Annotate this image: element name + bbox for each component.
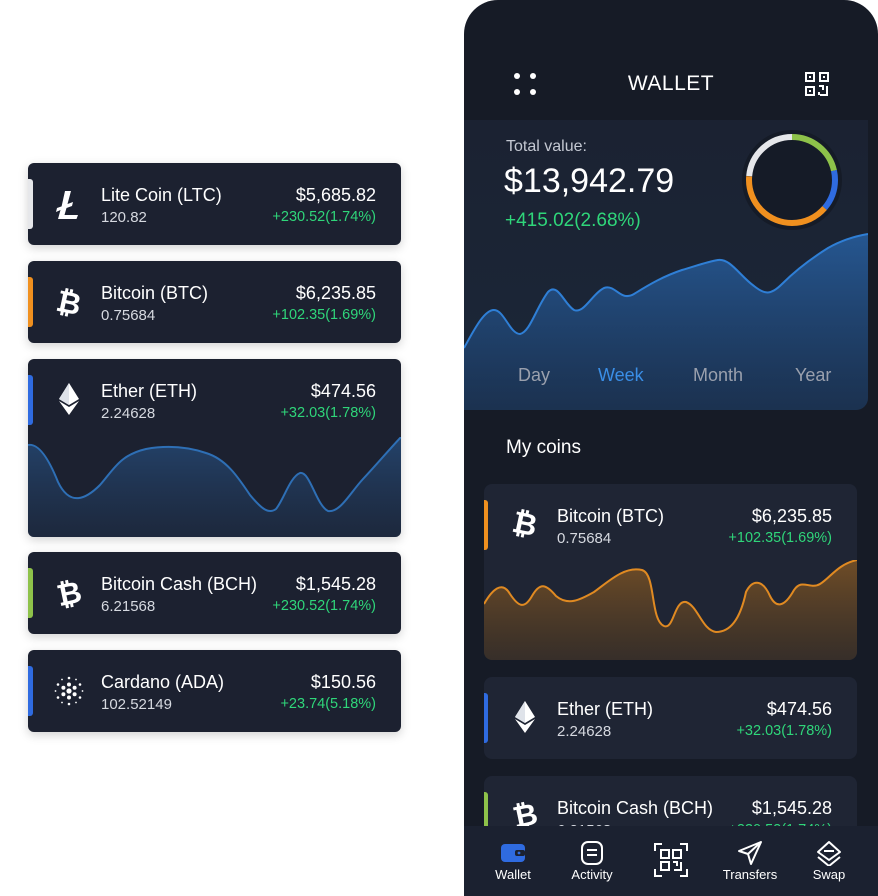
svg-text:₿: ₿ xyxy=(53,285,84,319)
nav-label: Wallet xyxy=(495,867,531,882)
coin-amount: 0.75684 xyxy=(557,530,612,547)
wallet-icon xyxy=(500,840,526,866)
card-accent xyxy=(484,693,488,743)
portfolio-donut-chart xyxy=(742,130,842,230)
coin-price: $474.56 xyxy=(766,699,832,719)
coin-name: Cardano (ADA) xyxy=(101,672,225,692)
bitcoin-icon: ₿ xyxy=(52,285,86,319)
total-value-amount: $13,942.79 xyxy=(504,162,675,200)
coin-change: +102.35(1.69%) xyxy=(272,307,376,323)
nav-wallet[interactable]: Wallet xyxy=(473,826,553,896)
activity-icon xyxy=(579,840,605,866)
coin-card-ada[interactable]: Cardano (ADA) 102.52149 $150.56 +23.74(5… xyxy=(28,650,401,732)
coin-card-btc[interactable]: ₿ Bitcoin (BTC) 0.75684 $6,235.85 +102.3… xyxy=(28,261,401,343)
coin-name: Lite Coin (LTC) xyxy=(101,185,222,205)
coin-price: $6,235.85 xyxy=(295,283,376,303)
phone-coin-card-eth[interactable]: Ether (ETH) 2.24628 $474.56 +32.03(1.78%… xyxy=(484,677,857,759)
coin-name: Ether (ETH) xyxy=(101,381,198,401)
ethereum-icon xyxy=(508,699,542,733)
bitcoin-cash-icon: ₿ xyxy=(52,576,86,610)
coin-change: +230.52(1.74%) xyxy=(272,209,376,225)
total-value-change: +415.02(2.68%) xyxy=(505,210,641,231)
coin-name: Bitcoin Cash (BCH) xyxy=(557,798,714,818)
tab-week[interactable]: Week xyxy=(598,365,644,386)
coin-amount: 6.21568 xyxy=(101,598,156,615)
phone-coin-card-btc[interactable]: ₿ Bitcoin (BTC) 0.75684 $6,235.85 +102.3… xyxy=(484,484,857,660)
card-accent xyxy=(28,375,33,425)
card-accent xyxy=(28,568,33,618)
coin-card-ltc[interactable]: Lite Coin (LTC) 120.82 $5,685.82 +230.52… xyxy=(28,163,401,245)
svg-text:₿: ₿ xyxy=(54,576,85,610)
coin-change: +32.03(1.78%) xyxy=(736,723,832,739)
coin-price: $5,685.82 xyxy=(295,185,376,205)
card-accent xyxy=(28,277,33,327)
coin-amount: 120.82 xyxy=(101,209,147,226)
coin-change: +23.74(5.18%) xyxy=(280,696,376,712)
nav-activity[interactable]: Activity xyxy=(552,826,632,896)
send-icon xyxy=(737,840,763,866)
coin-name: Bitcoin (BTC) xyxy=(101,283,209,303)
coin-card-bch[interactable]: ₿ Bitcoin Cash (BCH) 6.21568 $1,545.28 +… xyxy=(28,552,401,634)
coin-name: Bitcoin Cash (BCH) xyxy=(101,574,258,594)
card-accent xyxy=(484,500,488,550)
tab-month[interactable]: Month xyxy=(693,365,743,386)
coin-change: +32.03(1.78%) xyxy=(280,405,376,421)
coin-amount: 0.75684 xyxy=(101,307,156,324)
coin-price: $1,545.28 xyxy=(295,574,376,594)
eth-sparkline-chart xyxy=(28,437,401,537)
nav-label: Swap xyxy=(812,867,846,882)
coin-price: $1,545.28 xyxy=(751,798,832,818)
my-coins-heading: My coins xyxy=(506,437,581,458)
total-value-label: Total value: xyxy=(506,138,587,155)
qr-scan-icon xyxy=(653,842,689,878)
coin-change: +102.35(1.69%) xyxy=(728,530,832,546)
coin-price: $474.56 xyxy=(310,381,376,401)
nav-scan[interactable] xyxy=(631,826,711,896)
tab-year[interactable]: Year xyxy=(795,365,831,386)
phone-wallet-screen: WALLET Total value: $13,942.79 +415.02(2… xyxy=(464,0,878,896)
wallet-header: WALLET xyxy=(464,0,878,120)
coin-amount: 2.24628 xyxy=(101,405,156,422)
ethereum-icon xyxy=(52,381,86,415)
nav-transfers[interactable]: Transfers xyxy=(710,826,790,896)
total-value-panel: Total value: $13,942.79 +415.02(2.68%) D… xyxy=(464,120,868,410)
card-accent xyxy=(28,666,33,716)
tab-day[interactable]: Day xyxy=(518,365,550,386)
coin-price: $6,235.85 xyxy=(751,506,832,526)
card-accent xyxy=(28,179,33,229)
swap-icon xyxy=(816,840,842,867)
coin-card-eth[interactable]: Ether (ETH) 2.24628 $474.56 +32.03(1.78%… xyxy=(28,359,401,537)
coin-amount: 102.52149 xyxy=(101,696,172,713)
nav-swap[interactable]: Swap xyxy=(789,826,869,896)
coin-amount: 2.24628 xyxy=(557,723,612,740)
svg-text:₿: ₿ xyxy=(509,506,540,540)
btc-sparkline-chart xyxy=(484,560,857,660)
litecoin-icon xyxy=(52,187,86,221)
bottom-navigation: Wallet Activity Transfers Swap xyxy=(464,826,878,896)
bitcoin-icon: ₿ xyxy=(508,506,542,540)
coin-change: +230.52(1.74%) xyxy=(272,598,376,614)
coin-name: Bitcoin (BTC) xyxy=(557,506,665,526)
nav-label: Activity xyxy=(571,867,613,882)
cardano-icon xyxy=(52,674,86,708)
nav-label: Transfers xyxy=(722,867,778,882)
coin-price: $150.56 xyxy=(310,672,376,692)
coin-name: Ether (ETH) xyxy=(557,699,654,719)
qr-code-icon[interactable] xyxy=(804,71,830,97)
